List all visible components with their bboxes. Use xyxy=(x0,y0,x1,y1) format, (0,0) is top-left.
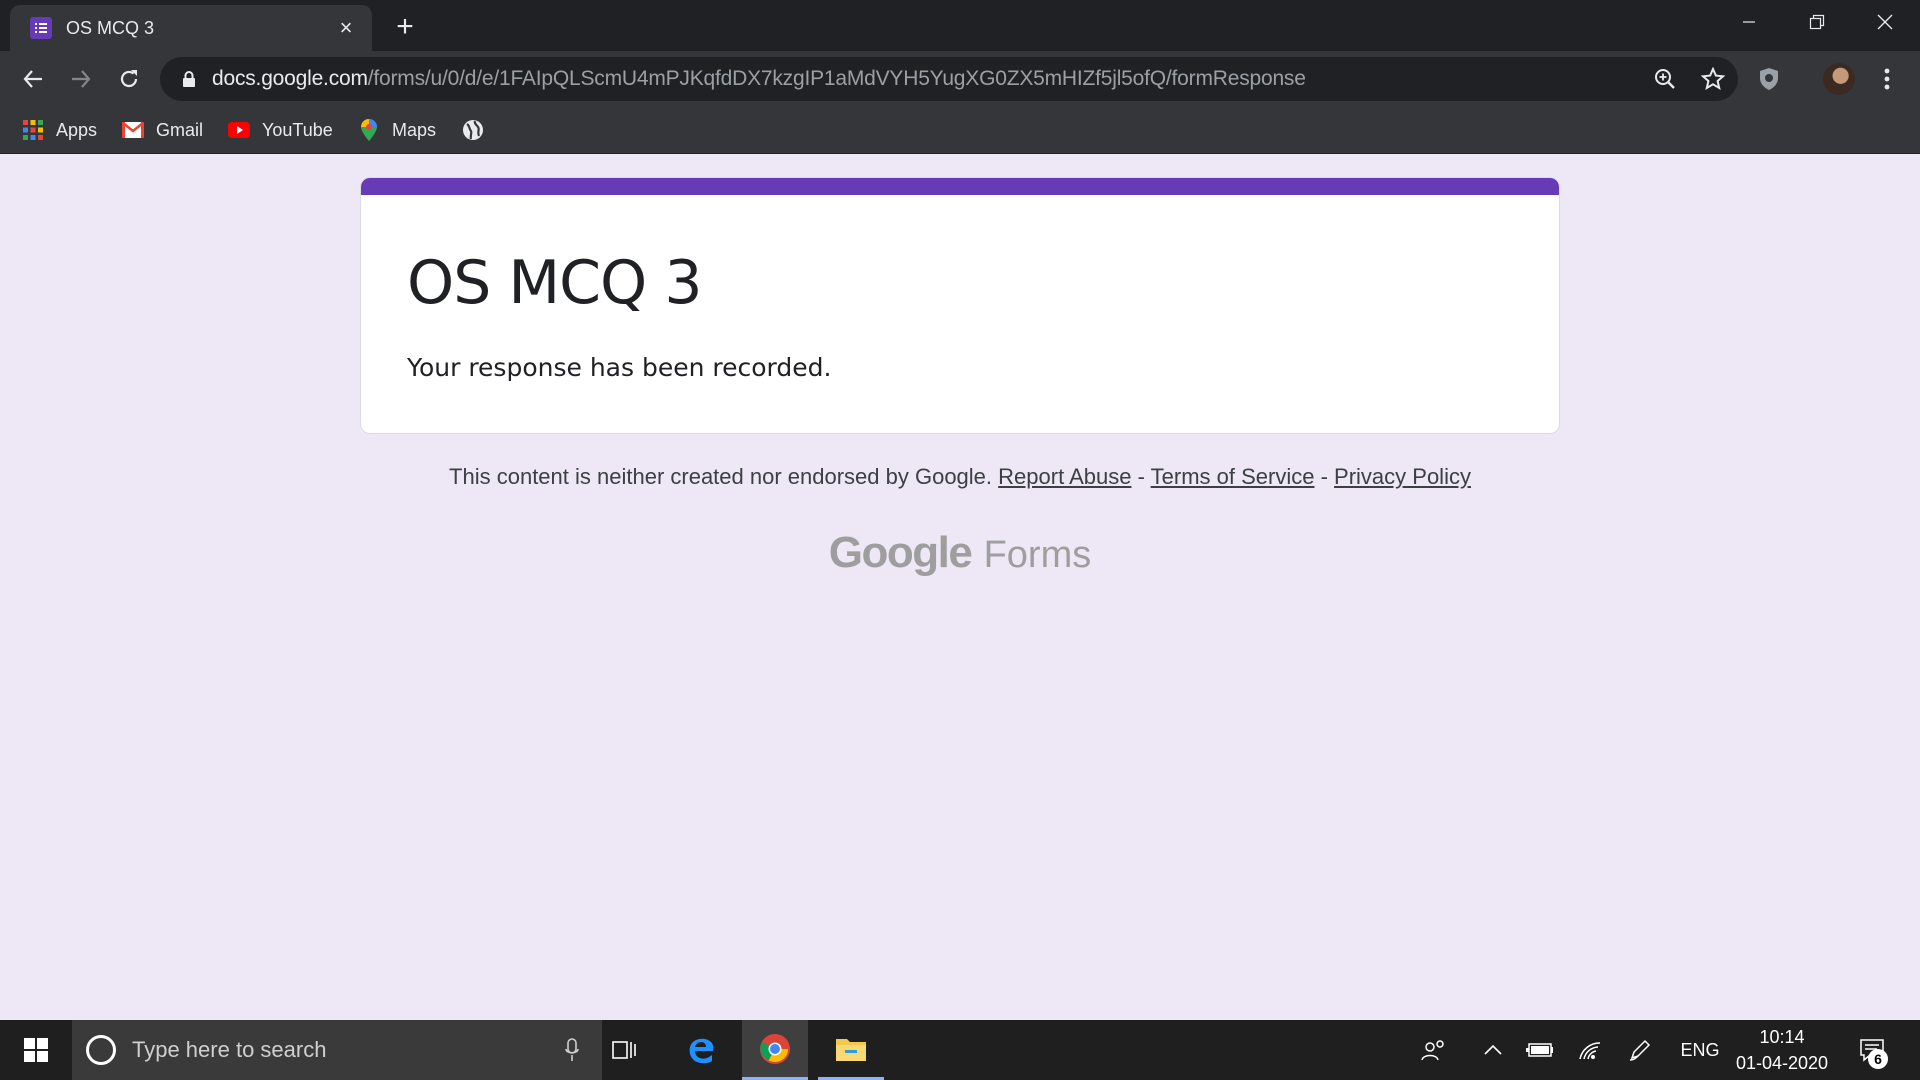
notification-count-badge: 6 xyxy=(1868,1049,1888,1069)
bookmark-apps[interactable]: Apps xyxy=(22,115,97,145)
clock-date: 01-04-2020 xyxy=(1735,1053,1829,1073)
back-button[interactable] xyxy=(14,60,52,98)
tab-title: OS MCQ 3 xyxy=(66,17,155,38)
bookmark-label: Maps xyxy=(392,119,437,140)
tab-close-button[interactable]: × xyxy=(332,14,360,42)
folder-icon xyxy=(836,1038,866,1061)
bookmark-globe[interactable] xyxy=(462,115,496,145)
gmail-icon xyxy=(122,119,144,141)
pen-icon[interactable] xyxy=(1622,1020,1658,1080)
reload-button[interactable] xyxy=(110,60,148,98)
bookmark-star-icon[interactable] xyxy=(1698,64,1728,94)
shield-extension-icon[interactable] xyxy=(1750,60,1788,98)
bookmark-gmail[interactable]: Gmail xyxy=(122,115,203,145)
lock-icon[interactable] xyxy=(180,70,198,88)
wifi-icon[interactable] xyxy=(1572,1020,1608,1080)
bookmark-youtube[interactable]: YouTube xyxy=(228,115,333,145)
search-placeholder: Type here to search xyxy=(132,1037,327,1062)
start-button[interactable] xyxy=(0,1020,72,1080)
microphone-icon[interactable] xyxy=(552,1038,592,1062)
report-abuse-link[interactable]: Report Abuse xyxy=(998,464,1131,489)
apps-grid-icon xyxy=(22,119,44,141)
system-clock[interactable]: 10:14 01-04-2020 xyxy=(1730,1024,1834,1076)
url-text: docs.google.com/forms/u/0/d/e/1FAIpQLScm… xyxy=(212,67,1306,91)
globe-icon xyxy=(462,119,484,141)
task-view-button[interactable] xyxy=(592,1020,658,1080)
battery-icon[interactable] xyxy=(1522,1020,1558,1080)
response-recorded-message: Your response has been recorded. xyxy=(407,353,832,382)
people-icon[interactable] xyxy=(1414,1020,1454,1080)
new-tab-button[interactable]: + xyxy=(388,10,422,44)
windows-taskbar: Type here to search ENG 10:14 01-04-2020… xyxy=(0,1020,1920,1080)
zoom-icon[interactable] xyxy=(1650,64,1680,94)
card-accent-bar xyxy=(361,178,1559,195)
google-forms-logo[interactable]: Google Forms xyxy=(0,528,1920,578)
bookmarks-bar: Apps Gmail YouTube Maps xyxy=(0,107,1920,154)
privacy-policy-link[interactable]: Privacy Policy xyxy=(1334,464,1471,489)
clock-time: 10:14 xyxy=(1759,1027,1805,1047)
task-view-icon xyxy=(612,1041,636,1059)
avatar xyxy=(1823,63,1855,95)
brand-google: Google xyxy=(828,528,973,577)
back-arrow-icon xyxy=(23,70,42,88)
minimize-button[interactable] xyxy=(1716,0,1782,44)
chrome-icon xyxy=(760,1033,790,1064)
bookmark-label: Apps xyxy=(56,119,98,140)
kebab-menu-icon xyxy=(1884,68,1890,90)
brand-forms: Forms xyxy=(983,534,1092,576)
chevron-up-icon[interactable] xyxy=(1476,1020,1510,1080)
url-host: docs.google.com xyxy=(212,67,368,90)
forward-arrow-icon xyxy=(72,70,91,88)
disclaimer-text: This content is neither created nor endo… xyxy=(449,464,993,489)
restore-button[interactable] xyxy=(1784,0,1850,44)
form-title: OS MCQ 3 xyxy=(407,248,703,318)
maps-pin-icon xyxy=(358,119,380,141)
tab-os-mcq-3[interactable]: OS MCQ 3 × xyxy=(10,5,372,51)
forward-button[interactable] xyxy=(62,60,100,98)
taskbar-file-explorer[interactable] xyxy=(818,1020,884,1080)
bookmark-label: Gmail xyxy=(156,119,204,140)
footer-disclaimer: This content is neither created nor endo… xyxy=(0,464,1920,490)
taskbar-search[interactable]: Type here to search xyxy=(72,1020,602,1080)
url-path: /forms/u/0/d/e/1FAIpQLScmU4mPJKqfdDX7kzg… xyxy=(367,67,1306,90)
google-forms-icon xyxy=(30,17,52,39)
bookmark-maps[interactable]: Maps xyxy=(358,115,436,145)
browser-titlebar: OS MCQ 3 × + xyxy=(0,0,1920,51)
edge-icon xyxy=(689,1038,714,1064)
separator: - xyxy=(1131,464,1151,489)
reload-icon xyxy=(120,70,138,88)
cortana-icon xyxy=(86,1035,116,1065)
bookmark-label: YouTube xyxy=(262,119,333,140)
profile-avatar[interactable] xyxy=(1820,60,1858,98)
menu-button[interactable] xyxy=(1868,60,1906,98)
close-window-button[interactable] xyxy=(1852,0,1918,44)
address-bar[interactable]: docs.google.com/forms/u/0/d/e/1FAIpQLScm… xyxy=(160,57,1738,101)
taskbar-edge[interactable] xyxy=(668,1020,734,1080)
youtube-icon xyxy=(228,119,250,141)
windows-logo-icon xyxy=(24,1038,48,1062)
browser-toolbar: docs.google.com/forms/u/0/d/e/1FAIpQLScm… xyxy=(0,51,1920,107)
language-indicator[interactable]: ENG xyxy=(1670,1020,1730,1080)
terms-of-service-link[interactable]: Terms of Service xyxy=(1151,464,1315,489)
form-confirmation-card: OS MCQ 3 Your response has been recorded… xyxy=(360,177,1560,434)
separator: - xyxy=(1314,464,1335,489)
taskbar-chrome[interactable] xyxy=(742,1020,808,1080)
